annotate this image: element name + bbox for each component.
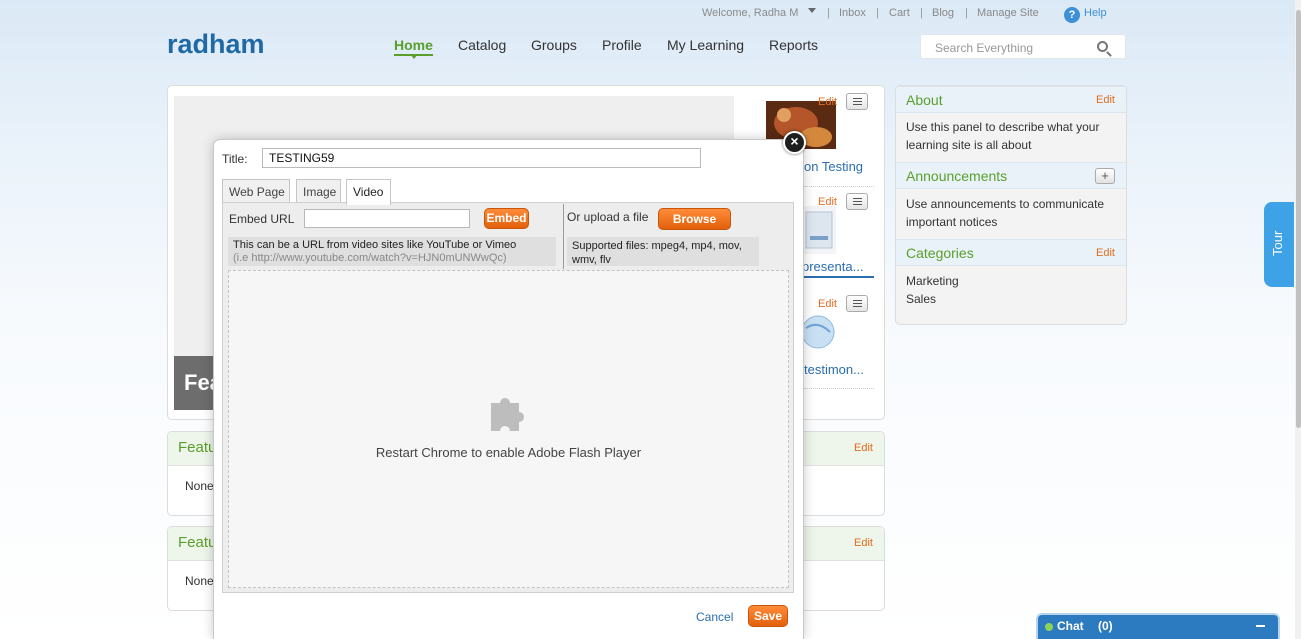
title-input[interactable] [262, 148, 701, 168]
search-box [920, 34, 1126, 59]
item-menu-icon[interactable] [846, 93, 868, 110]
site-logo[interactable]: radham [167, 29, 265, 60]
section-divider [563, 204, 564, 269]
about-title: About [906, 92, 943, 108]
categories-title: Categories [906, 245, 974, 261]
separator: | [876, 7, 879, 19]
separator: | [965, 7, 968, 19]
plugin-puzzle-icon [491, 397, 524, 431]
item-title-link[interactable]: presenta... [802, 259, 874, 274]
browse-button[interactable]: Browse [658, 208, 731, 230]
nav-profile[interactable]: Profile [602, 37, 642, 53]
announcements-header: Announcements + [896, 162, 1126, 189]
embed-button[interactable]: Embed [484, 208, 529, 229]
online-status-icon [1045, 623, 1053, 631]
embed-hint-text: This can be a URL from video sites like … [233, 239, 517, 251]
category-item[interactable]: Marketing [906, 272, 1121, 290]
item-edit-link[interactable]: Edit [818, 196, 837, 208]
tab-web-page[interactable]: Web Page [222, 179, 290, 204]
nav-my-learning[interactable]: My Learning [667, 37, 744, 53]
featured-panel-body: None [185, 479, 214, 493]
announcements-title: Announcements [906, 168, 1008, 184]
page-scrollbar-thumb[interactable] [1296, 10, 1301, 428]
about-header: About Edit [896, 86, 1126, 113]
cart-link[interactable]: Cart [889, 7, 910, 19]
tour-tab[interactable]: Tour [1264, 202, 1294, 287]
separator: | [827, 7, 830, 19]
item-title-link[interactable]: testimon... [804, 362, 874, 377]
title-label: Title: [222, 152, 248, 166]
item-menu-icon[interactable] [846, 193, 868, 210]
about-text: Use this panel to describe what your lea… [906, 120, 1100, 152]
nav-reports[interactable]: Reports [769, 37, 818, 53]
search-icon[interactable] [1097, 41, 1108, 52]
media-dialog: Title: Web Page Image Video Embed URL Em… [214, 140, 803, 639]
item-edit-link[interactable]: Edit [818, 298, 837, 310]
minimize-icon[interactable] [1256, 625, 1265, 627]
save-button[interactable]: Save [748, 605, 788, 627]
chat-count: (0) [1098, 619, 1113, 633]
featured-panel-title: Featu [178, 534, 217, 551]
help-link[interactable]: Help [1084, 7, 1107, 19]
item-divider [804, 186, 874, 187]
nav-catalog[interactable]: Catalog [458, 37, 506, 53]
nav-groups[interactable]: Groups [531, 37, 577, 53]
add-announcement-button[interactable]: + [1095, 168, 1115, 184]
embed-url-label: Embed URL [229, 212, 295, 226]
categories-edit-link[interactable]: Edit [1096, 247, 1115, 259]
video-tab-panel: Embed URL Embed Or upload a file Browse … [222, 202, 794, 593]
item-divider [804, 388, 874, 389]
supported-files-hint: Supported files: mpeg4, mp4, mov, wmv, f… [567, 237, 759, 266]
featured-panel-body: None [185, 574, 214, 588]
separator: | [920, 7, 923, 19]
item-edit-link[interactable]: Edit [818, 96, 837, 108]
video-preview-area[interactable]: Restart Chrome to enable Adobe Flash Pla… [228, 270, 789, 588]
chat-bar[interactable]: Chat (0) [1036, 613, 1280, 639]
item-title-link[interactable]: on Testing [804, 159, 874, 174]
search-input[interactable] [933, 40, 1093, 56]
featured-panel-title: Featu [178, 439, 217, 456]
blog-link[interactable]: Blog [932, 7, 954, 19]
tab-image[interactable]: Image [296, 179, 341, 204]
tab-video[interactable]: Video [346, 179, 391, 205]
item-menu-icon[interactable] [846, 295, 868, 312]
cancel-button[interactable]: Cancel [696, 610, 733, 624]
help-icon[interactable]: ? [1064, 7, 1080, 23]
tour-label: Tour [1270, 230, 1285, 256]
user-dropdown-icon[interactable] [808, 8, 816, 13]
welcome-user[interactable]: Welcome, Radha M [702, 7, 798, 19]
embed-hint-example: (i.e http://www.youtube.com/watch?v=HJN0… [233, 252, 507, 264]
active-nav-caret-icon [410, 54, 418, 59]
embed-url-input[interactable] [304, 209, 470, 228]
about-edit-link[interactable]: Edit [1096, 94, 1115, 106]
announcements-text: Use announcements to communicate importa… [906, 197, 1105, 229]
featured-panel-edit-link[interactable]: Edit [854, 442, 873, 454]
category-item[interactable]: Sales [906, 290, 1121, 308]
flash-plugin-message: Restart Chrome to enable Adobe Flash Pla… [375, 445, 642, 460]
categories-header: Categories Edit [896, 239, 1126, 266]
manage-site-link[interactable]: Manage Site [977, 7, 1039, 19]
inbox-link[interactable]: Inbox [839, 7, 866, 19]
featured-panel-edit-link[interactable]: Edit [854, 537, 873, 549]
upload-label: Or upload a file [567, 210, 649, 224]
embed-hint: This can be a URL from video sites like … [228, 237, 556, 266]
right-sidebar: About Edit Use this panel to describe wh… [895, 85, 1127, 325]
item-active-underline [802, 276, 874, 278]
chat-label: Chat [1057, 619, 1084, 633]
close-dialog-icon[interactable]: × [783, 131, 806, 154]
